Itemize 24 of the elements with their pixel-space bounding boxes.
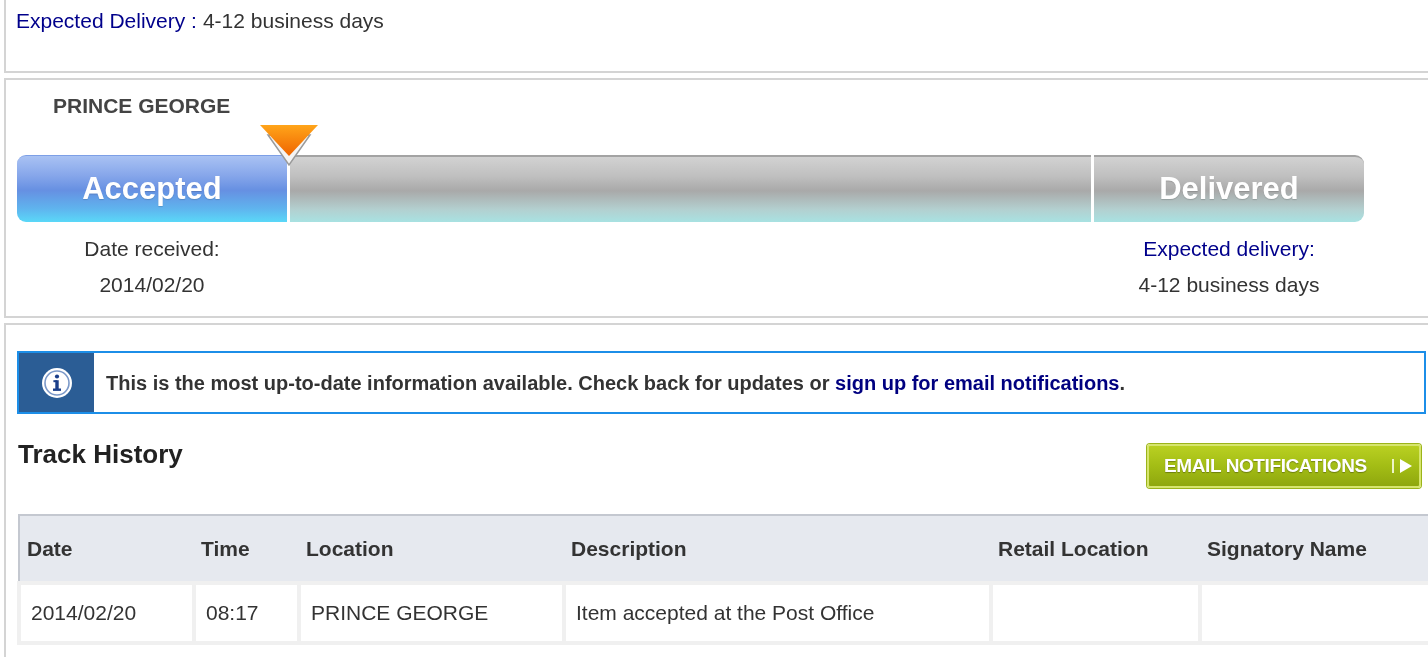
section-title: Track History xyxy=(18,439,183,469)
column-header: Date xyxy=(19,515,194,583)
email-signup-link[interactable]: sign up for email notifications xyxy=(835,371,1120,394)
stage-detail: 4-12 business days xyxy=(1138,272,1320,298)
stage-detail: 2014/02/20 xyxy=(99,272,205,298)
stage-segment: Delivered xyxy=(1094,155,1364,222)
column-header: Signatory Name xyxy=(1200,515,1428,583)
delivery-label: Expected Delivery : xyxy=(16,9,197,32)
column-header: Description xyxy=(564,515,991,583)
table-cell: PRINCE GEORGE xyxy=(299,583,564,643)
location-name: PRINCE GEORGE xyxy=(53,93,231,119)
table-cell: 08:17 xyxy=(194,583,299,643)
column-header: Time xyxy=(194,515,299,583)
arrow-icon xyxy=(1391,456,1413,476)
delivery-value: 4-12 business days xyxy=(202,9,384,32)
expected-delivery-link[interactable]: Expected delivery: xyxy=(1143,231,1315,267)
column-header: Retail Location xyxy=(991,515,1200,583)
column-header: Location xyxy=(299,515,564,583)
table-cell: Item accepted at the Post Office xyxy=(564,583,991,643)
stage-caption: Date received: xyxy=(84,236,220,262)
info-icon xyxy=(40,366,73,399)
stage-segment: Accepted xyxy=(17,155,287,222)
table-cell: 2014/02/20 xyxy=(19,583,194,643)
info-message: This is the most up-to-date information available. Check back for updates or sign up for email notifications. xyxy=(106,370,1126,396)
